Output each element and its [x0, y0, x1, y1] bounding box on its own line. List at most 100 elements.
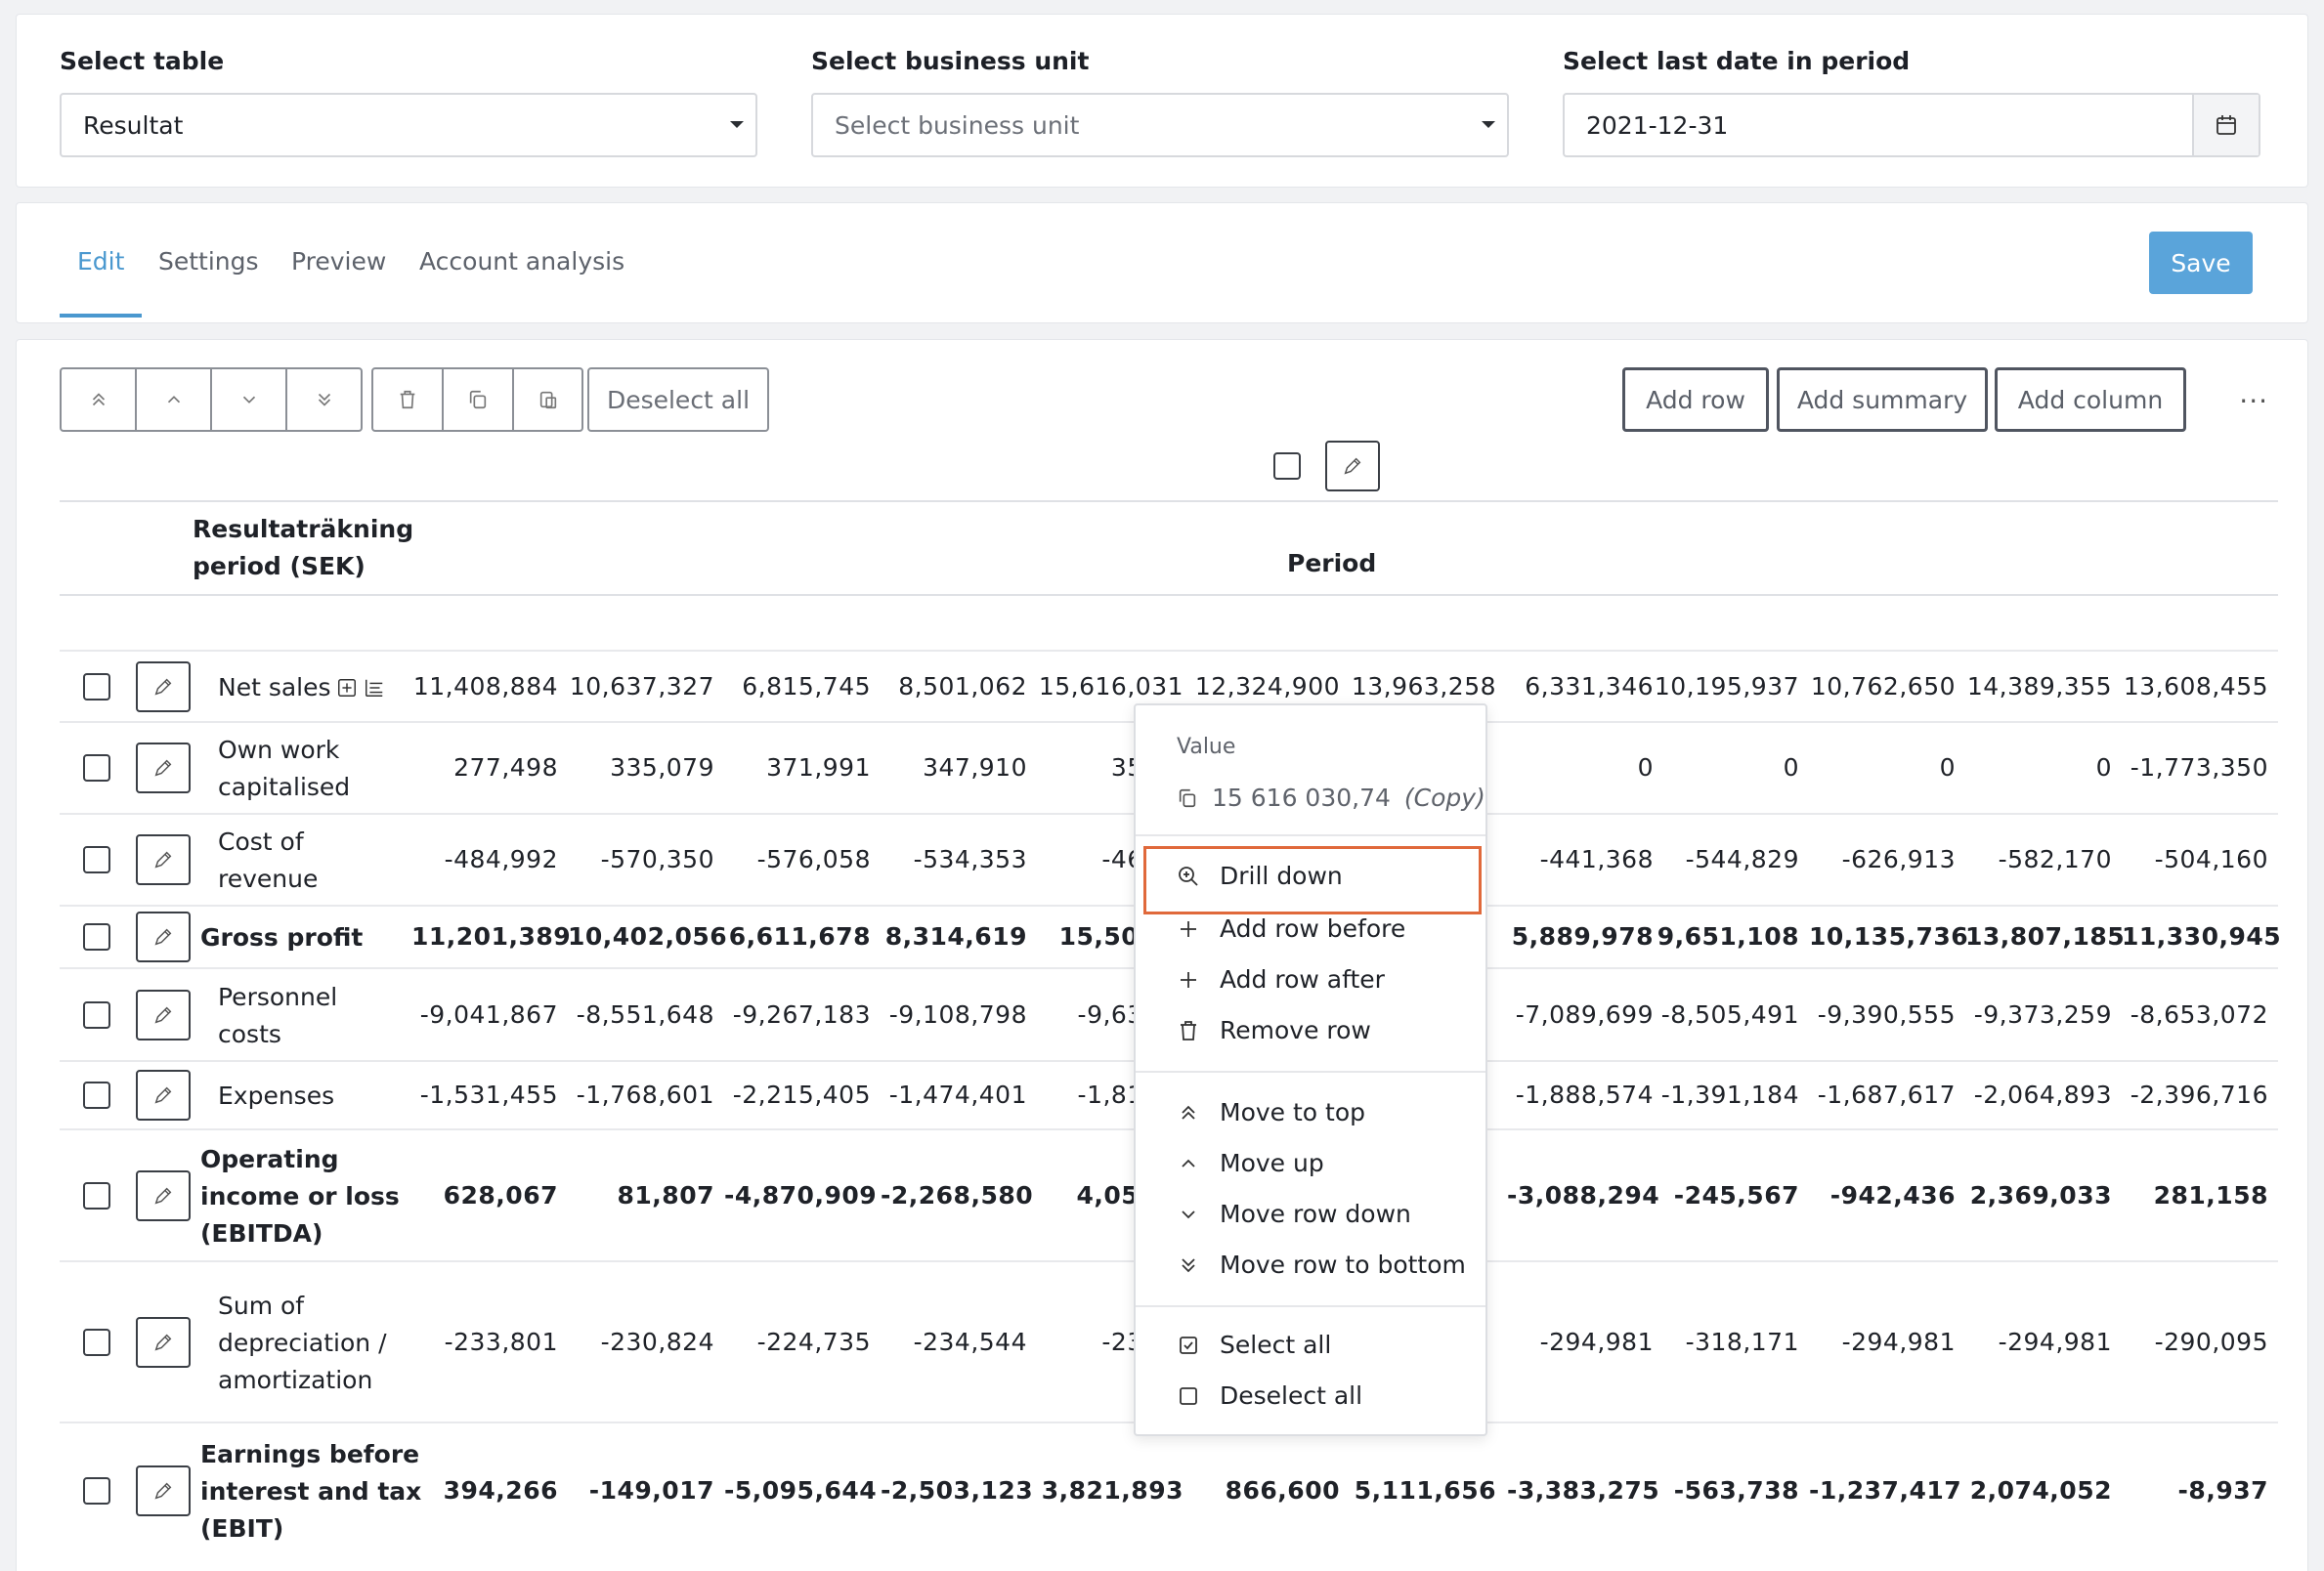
value-cell[interactable]: 14,389,355: [1965, 672, 2112, 701]
save-button[interactable]: Save: [2149, 232, 2253, 294]
value-cell[interactable]: -294,981: [1965, 1328, 2112, 1356]
value-cell[interactable]: 81,807: [568, 1181, 714, 1210]
value-cell[interactable]: -9,373,259: [1965, 1000, 2112, 1029]
add-summary-button[interactable]: Add summary: [1777, 367, 1988, 432]
value-cell[interactable]: -3,088,294: [1507, 1181, 1659, 1210]
more-options-icon[interactable]: ···: [2239, 385, 2268, 417]
row-edit-button[interactable]: [136, 912, 191, 962]
value-cell[interactable]: -233,801: [411, 1328, 558, 1356]
row-checkbox[interactable]: [83, 1328, 110, 1356]
move-down-button[interactable]: [212, 369, 287, 430]
list-details-icon[interactable]: [363, 676, 386, 700]
row-checkbox[interactable]: [83, 754, 110, 782]
row-checkbox[interactable]: [83, 1477, 110, 1505]
row-checkbox[interactable]: [83, 1181, 110, 1210]
menu-item-add-row-after[interactable]: Add row after: [1177, 965, 1385, 994]
value-cell[interactable]: -942,436: [1809, 1181, 1956, 1210]
menu-item-deselect-all[interactable]: Deselect all: [1177, 1381, 1362, 1410]
value-cell[interactable]: 13,963,258: [1350, 672, 1496, 701]
row-edit-button[interactable]: [136, 834, 191, 885]
value-cell[interactable]: 0: [1965, 753, 2112, 782]
value-cell[interactable]: 9,651,108: [1653, 922, 1799, 951]
add-column-button[interactable]: Add column: [1995, 367, 2186, 432]
value-cell[interactable]: -534,353: [881, 845, 1027, 873]
value-cell[interactable]: 6,331,346: [1507, 672, 1654, 701]
select-business-unit-dropdown[interactable]: Select business unit: [811, 93, 1509, 157]
move-to-bottom-button[interactable]: [287, 369, 361, 430]
value-cell[interactable]: -4,870,909: [724, 1181, 877, 1210]
value-cell[interactable]: 10,762,650: [1809, 672, 1956, 701]
menu-item-move-row-down[interactable]: Move row down: [1177, 1200, 1411, 1228]
row-edit-button[interactable]: [136, 989, 191, 1040]
tab-settings[interactable]: Settings: [158, 247, 259, 276]
value-cell[interactable]: 11,408,884: [411, 672, 558, 701]
value-cell[interactable]: 10,637,327: [568, 672, 714, 701]
add-row-button[interactable]: Add row: [1622, 367, 1769, 432]
value-cell[interactable]: -5,095,644: [724, 1476, 877, 1505]
value-cell[interactable]: 8,501,062: [881, 672, 1027, 701]
value-cell[interactable]: -8,653,072: [2122, 1000, 2268, 1029]
row-checkbox[interactable]: [83, 1000, 110, 1029]
deselect-all-button[interactable]: Deselect all: [587, 367, 769, 432]
value-cell[interactable]: -563,738: [1653, 1476, 1799, 1505]
value-cell[interactable]: 347,910: [881, 753, 1027, 782]
value-cell[interactable]: 2,369,033: [1965, 1181, 2112, 1210]
value-cell[interactable]: 11,330,945: [2122, 922, 2281, 951]
value-cell[interactable]: -318,171: [1653, 1328, 1799, 1356]
row-edit-button[interactable]: [136, 660, 191, 712]
expand-icon[interactable]: [335, 676, 359, 700]
value-cell[interactable]: 335,079: [568, 753, 714, 782]
value-cell[interactable]: -576,058: [724, 845, 871, 873]
row-checkbox[interactable]: [83, 923, 110, 951]
value-cell[interactable]: 281,158: [2122, 1181, 2268, 1210]
value-cell[interactable]: 0: [1507, 753, 1654, 782]
menu-item-add-row-before[interactable]: Add row before: [1177, 914, 1405, 943]
column-edit-button[interactable]: [1325, 441, 1380, 491]
value-cell[interactable]: -294,981: [1507, 1328, 1654, 1356]
value-cell[interactable]: -2,396,716: [2122, 1081, 2268, 1109]
value-cell[interactable]: -1,237,417: [1809, 1476, 1961, 1505]
row-edit-button[interactable]: [136, 1316, 191, 1368]
value-cell[interactable]: -1,687,617: [1809, 1081, 1956, 1109]
value-cell[interactable]: -230,824: [568, 1328, 714, 1356]
value-cell[interactable]: -8,551,648: [568, 1000, 714, 1029]
date-input[interactable]: 2021-12-31: [1563, 93, 2260, 157]
value-cell[interactable]: -1,474,401: [881, 1081, 1027, 1109]
value-cell[interactable]: 5,889,978: [1507, 922, 1654, 951]
value-cell[interactable]: -1,773,350: [2122, 753, 2268, 782]
value-cell[interactable]: 8,314,619: [881, 922, 1027, 951]
value-cell[interactable]: 11,201,389: [411, 922, 571, 951]
menu-item-move-up[interactable]: Move up: [1177, 1149, 1324, 1177]
value-cell[interactable]: -504,160: [2122, 845, 2268, 873]
value-cell[interactable]: 15,616,031: [1037, 672, 1184, 701]
value-cell[interactable]: -1,888,574: [1507, 1081, 1654, 1109]
value-cell[interactable]: -224,735: [724, 1328, 871, 1356]
paste-button[interactable]: [514, 369, 581, 430]
value-cell[interactable]: 3,821,893: [1037, 1476, 1184, 1505]
delete-button[interactable]: [373, 369, 444, 430]
menu-item-drill-down[interactable]: Drill down: [1177, 862, 1343, 890]
value-cell[interactable]: -7,089,699: [1507, 1000, 1654, 1029]
value-cell[interactable]: -245,567: [1653, 1181, 1799, 1210]
tab-account-analysis[interactable]: Account analysis: [419, 247, 624, 276]
value-cell[interactable]: 10,135,736: [1809, 922, 1968, 951]
value-cell[interactable]: 0: [1809, 753, 1956, 782]
value-cell[interactable]: 12,324,900: [1193, 672, 1340, 701]
copy-button[interactable]: [444, 369, 514, 430]
value-cell[interactable]: 6,611,678: [724, 922, 871, 951]
value-cell[interactable]: -2,215,405: [724, 1081, 871, 1109]
value-cell[interactable]: 10,402,056: [568, 922, 727, 951]
value-cell[interactable]: 6,815,745: [724, 672, 871, 701]
menu-item-move-row-to-bottom[interactable]: Move row to bottom: [1177, 1251, 1466, 1279]
value-cell[interactable]: -1,391,184: [1653, 1081, 1799, 1109]
value-cell[interactable]: -149,017: [568, 1476, 714, 1505]
value-cell[interactable]: -294,981: [1809, 1328, 1956, 1356]
value-cell[interactable]: 866,600: [1193, 1476, 1340, 1505]
value-cell[interactable]: 10,195,937: [1653, 672, 1799, 701]
row-checkbox[interactable]: [83, 1082, 110, 1109]
value-cell[interactable]: 628,067: [411, 1181, 558, 1210]
value-cell[interactable]: -570,350: [568, 845, 714, 873]
value-cell[interactable]: 5,111,656: [1350, 1476, 1496, 1505]
value-cell[interactable]: -9,108,798: [881, 1000, 1027, 1029]
row-checkbox[interactable]: [83, 846, 110, 873]
